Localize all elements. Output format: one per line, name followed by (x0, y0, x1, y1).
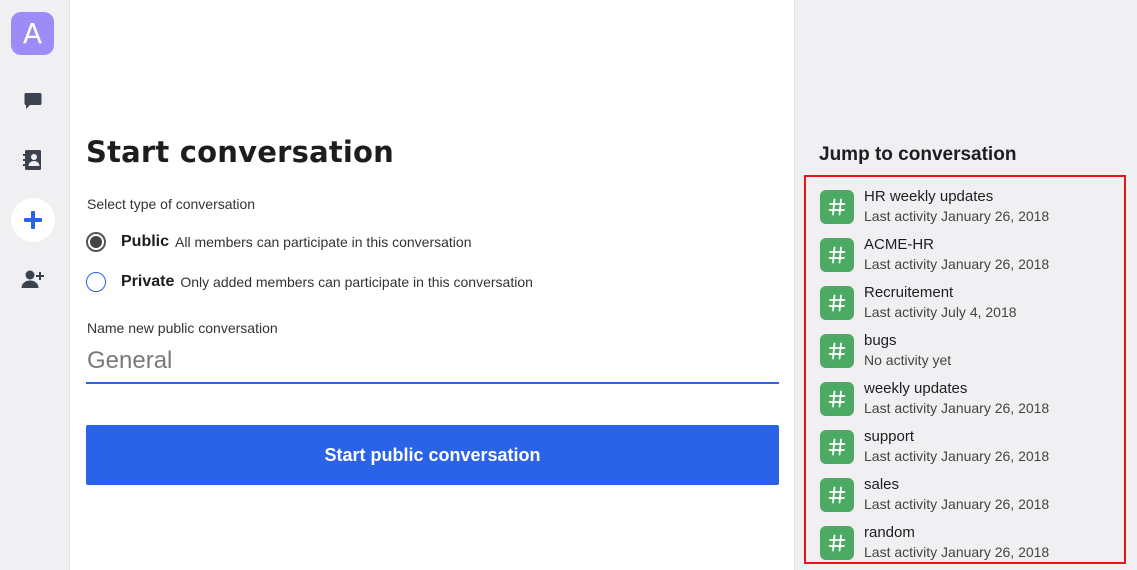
conversation-name-input[interactable] (86, 340, 779, 384)
private-radio[interactable] (86, 272, 106, 292)
left-rail: A (0, 0, 70, 570)
hashtag-icon (820, 238, 854, 272)
conversation-item[interactable]: bugs No activity yet (820, 330, 1120, 374)
start-public-conversation-button[interactable]: Start public conversation (86, 425, 779, 485)
conversation-item[interactable]: HR weekly updates Last activity January 2… (820, 186, 1120, 230)
conversation-last-activity: Last activity January 26, 2018 (864, 544, 1050, 560)
conversations-nav-button[interactable] (11, 79, 55, 123)
conversation-list: HR weekly updates Last activity January 2… (804, 175, 1126, 564)
avatar-letter: A (22, 17, 43, 50)
public-option-title: Public (121, 233, 170, 250)
private-option-title: Private (121, 273, 175, 290)
conversation-item[interactable]: random Last activity January 26, 2018 (820, 522, 1120, 566)
hashtag-icon (820, 190, 854, 224)
jump-title: Jump to conversation (819, 144, 1017, 165)
conversation-item[interactable]: Recruitement Last activity July 4, 2018 (820, 282, 1120, 326)
hashtag-icon (820, 286, 854, 320)
conversation-item[interactable]: sales Last activity January 26, 2018 (820, 474, 1120, 518)
hashtag-icon (820, 382, 854, 416)
conversation-name: ACME-HR (864, 236, 934, 253)
jump-to-conversation-panel: Jump to conversation HR weekly updates La… (794, 0, 1137, 570)
conversation-name: sales (864, 476, 900, 493)
plus-icon (24, 211, 42, 229)
add-user-icon (21, 270, 44, 288)
contacts-nav-button[interactable] (11, 138, 55, 182)
public-option[interactable]: Public All members can participate in th… (86, 232, 471, 252)
workspace-avatar[interactable]: A (11, 12, 54, 55)
conversation-name-label: Name new public conversation (87, 320, 278, 336)
hashtag-icon (820, 526, 854, 560)
conversation-last-activity: Last activity January 26, 2018 (864, 400, 1050, 416)
conversation-name: random (864, 524, 915, 541)
private-option[interactable]: Private Only added members can participa… (86, 272, 533, 292)
conversation-item[interactable]: weekly updates Last activity January 26, … (820, 378, 1120, 422)
conversation-last-activity: No activity yet (864, 352, 952, 368)
conversation-last-activity: Last activity January 26, 2018 (864, 496, 1050, 512)
conversation-last-activity: Last activity January 26, 2018 (864, 256, 1050, 272)
add-member-nav-button[interactable] (11, 257, 55, 301)
conversation-last-activity: Last activity July 4, 2018 (864, 304, 1017, 320)
conversation-name: weekly updates (864, 380, 968, 397)
conversation-name: bugs (864, 332, 897, 349)
contacts-book-icon (23, 150, 41, 170)
conversation-name: Recruitement (864, 284, 954, 301)
page-title: Start conversation (86, 135, 395, 169)
hashtag-icon (820, 478, 854, 512)
conversation-item[interactable]: ACME-HR Last activity January 26, 2018 (820, 234, 1120, 278)
conversation-item[interactable]: support Last activity January 26, 2018 (820, 426, 1120, 470)
hashtag-icon (820, 430, 854, 464)
conversation-last-activity: Last activity January 26, 2018 (864, 448, 1050, 464)
new-conversation-nav-button[interactable] (11, 198, 55, 242)
public-radio[interactable] (86, 232, 106, 252)
conversation-name: support (864, 428, 915, 445)
chat-bubble-icon (24, 93, 42, 109)
conversation-name: HR weekly updates (864, 188, 994, 205)
radio-dot (90, 236, 102, 248)
private-option-description: Only added members can participate in th… (180, 274, 533, 290)
conversation-type-label: Select type of conversation (87, 196, 256, 212)
conversation-last-activity: Last activity January 26, 2018 (864, 208, 1050, 224)
hashtag-icon (820, 334, 854, 368)
public-option-description: All members can participate in this conv… (175, 234, 472, 250)
new-conversation-form: Start conversation Select type of conver… (71, 0, 794, 570)
